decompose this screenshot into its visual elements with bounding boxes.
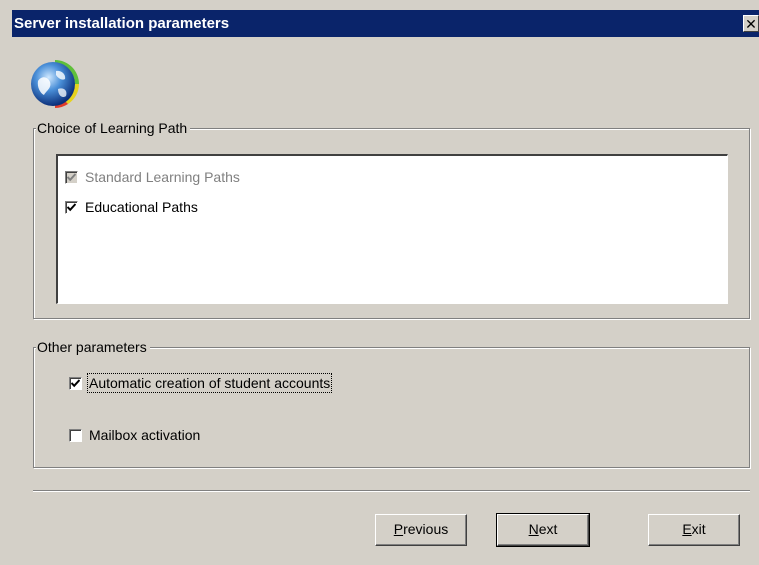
automatic-student-accounts-label: Automatic creation of student accounts xyxy=(86,373,333,393)
checkbox-standard-learning-paths[interactable] xyxy=(65,170,78,184)
next-button[interactable]: Next xyxy=(496,513,590,547)
option-automatic-student-accounts[interactable]: Automatic creation of student accounts xyxy=(69,373,333,393)
previous-button-mnemonic: P xyxy=(393,521,404,537)
standard-learning-paths-label: Standard Learning Paths xyxy=(85,169,240,185)
globe-icon xyxy=(28,57,83,109)
educational-paths-label: Educational Paths xyxy=(85,199,198,215)
option-mailbox-activation[interactable]: Mailbox activation xyxy=(69,427,200,443)
separator-line xyxy=(33,490,750,492)
checkmark-icon xyxy=(67,202,76,211)
learning-path-group-title: Choice of Learning Path xyxy=(36,119,191,137)
next-button-mnemonic: N xyxy=(528,521,539,537)
previous-button-label: revious xyxy=(403,521,449,537)
previous-button[interactable]: Previous xyxy=(375,514,467,546)
exit-button-label: xit xyxy=(691,521,706,537)
list-item-standard-learning-paths[interactable]: Standard Learning Paths xyxy=(65,169,240,185)
installer-dialog: Server installation parameters ✕ Choice xyxy=(0,0,759,565)
exit-button[interactable]: Exit xyxy=(648,514,740,546)
window-title: Server installation parameters xyxy=(14,15,230,32)
other-parameters-group-title: Other parameters xyxy=(36,338,150,356)
title-bar[interactable]: Server installation parameters ✕ xyxy=(12,10,759,37)
close-icon: ✕ xyxy=(745,16,757,32)
other-parameters-group: Other parameters Automatic creation of s… xyxy=(33,338,750,468)
list-item-educational-paths[interactable]: Educational Paths xyxy=(65,199,198,215)
exit-button-mnemonic: E xyxy=(682,521,692,537)
checkbox-automatic-student-accounts[interactable] xyxy=(69,376,82,390)
checkmark-icon xyxy=(67,172,76,181)
mailbox-activation-label: Mailbox activation xyxy=(89,427,201,443)
learning-path-list[interactable]: Standard Learning Paths Educational Path… xyxy=(56,154,728,304)
checkmark-icon xyxy=(71,378,80,387)
checkbox-educational-paths[interactable] xyxy=(65,200,78,214)
next-button-label: ext xyxy=(538,521,558,537)
checkbox-mailbox-activation[interactable] xyxy=(69,428,82,442)
close-button[interactable]: ✕ xyxy=(743,15,759,32)
learning-path-group: Choice of Learning Path Standard Learnin… xyxy=(33,119,750,319)
